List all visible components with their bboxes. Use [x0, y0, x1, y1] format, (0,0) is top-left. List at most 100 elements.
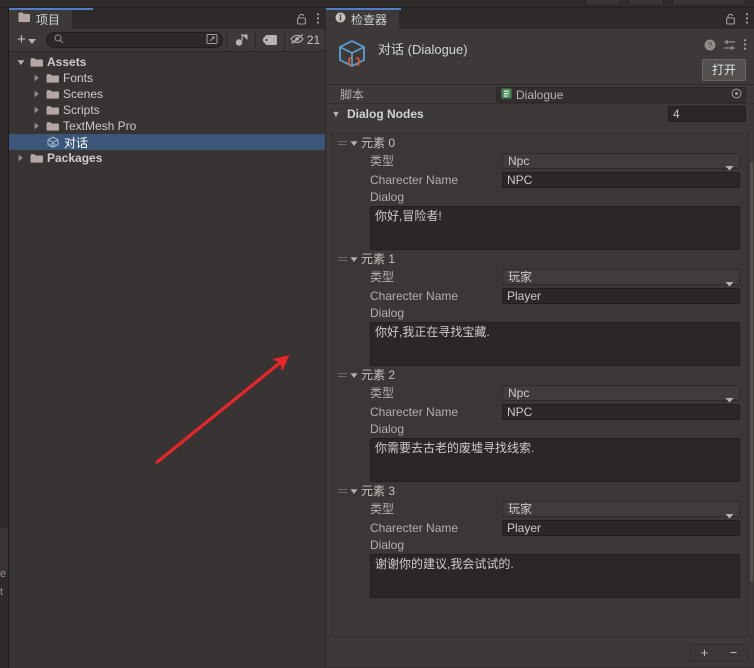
element-header[interactable]: 元素 3 [332, 482, 748, 499]
expand-arrow-right-icon[interactable] [15, 154, 26, 162]
dialog-textarea[interactable]: 你好,我正在寻找宝藏. [370, 322, 740, 366]
character-name-input[interactable]: NPC [502, 403, 740, 420]
search-box[interactable] [45, 32, 223, 48]
dialog-node-element: 元素 3 类型 玩家 Charecter Name Player Dialog … [332, 482, 748, 598]
toolbar-chunk-3[interactable] [672, 0, 746, 6]
expand-arrow-right-icon[interactable] [31, 74, 42, 82]
create-asset-button[interactable]: + [14, 31, 43, 49]
open-button[interactable]: 打开 [701, 59, 746, 81]
character-name-field-row: Charecter Name NPC [332, 170, 748, 189]
character-name-input[interactable]: Player [502, 519, 740, 536]
type-field-row: 类型 玩家 [332, 267, 748, 286]
type-label: 类型 [370, 154, 395, 168]
toolbar-chunk-1[interactable] [585, 0, 621, 6]
dialog-textarea[interactable]: 谢谢你的建议,我会试试的. [370, 554, 740, 598]
expand-search-icon[interactable] [206, 33, 218, 48]
object-filter-icon[interactable] [227, 29, 255, 51]
inspector-asset-header: 对话 (Dialogue) ? 打开 [326, 29, 754, 85]
search-input[interactable] [63, 34, 206, 46]
visibility-filter-button[interactable]: 21 [285, 29, 325, 51]
expand-arrow-right-icon[interactable] [31, 122, 42, 130]
left-edge-panel: e t [0, 8, 9, 668]
dialog-field-label-row: Dialog [332, 305, 748, 322]
tree-item-label: 对话 [64, 135, 89, 150]
kebab-menu-icon[interactable] [745, 12, 749, 25]
plus-icon: + [17, 31, 26, 48]
drag-handle-icon[interactable] [338, 138, 347, 147]
tree-item-对话[interactable]: 对话 [9, 134, 325, 150]
tab-project[interactable]: 项目 [9, 8, 73, 29]
tab-inspector[interactable]: 检查器 [326, 8, 400, 29]
element-header[interactable]: 元素 2 [332, 366, 748, 383]
script-label: 脚本 [340, 87, 365, 102]
tree-item-packages[interactable]: Packages [9, 150, 325, 166]
dialog-textarea[interactable]: 你需要去古老的废墟寻找线索. [370, 438, 740, 482]
element-header-label: 元素 1 [361, 252, 396, 266]
drag-handle-icon[interactable] [338, 370, 347, 379]
dialog-nodes-array-row[interactable]: ▼ Dialog Nodes 4 [326, 104, 754, 123]
script-row: 脚本 Dialogue [326, 85, 754, 104]
project-panel: 项目 + 21 Assets Fonts Scenes Scripts Text… [9, 8, 325, 668]
expand-arrow-down-icon[interactable] [15, 59, 26, 66]
dialog-nodes-size-field[interactable]: 4 [668, 106, 746, 122]
drag-handle-icon[interactable] [338, 486, 347, 495]
tree-item-textmesh-pro[interactable]: TextMesh Pro [9, 118, 325, 134]
project-toolbar: + 21 [9, 29, 325, 52]
character-name-input[interactable]: NPC [502, 171, 740, 188]
inspector-tabbar-actions [725, 8, 749, 29]
type-dropdown[interactable]: Npc [502, 384, 740, 402]
tree-item-scenes[interactable]: Scenes [9, 86, 325, 102]
script-object-field[interactable]: Dialogue [496, 87, 746, 103]
left-edge-tab-label-2: t [0, 586, 4, 598]
remove-element-button[interactable]: − [722, 646, 746, 660]
preset-icon[interactable] [723, 39, 736, 51]
tree-item-assets[interactable]: Assets [9, 54, 325, 70]
expand-arrow-down-icon[interactable] [350, 368, 358, 382]
list-footer-buttons: + − [689, 644, 749, 662]
object-picker-icon[interactable] [731, 88, 742, 102]
add-element-button[interactable]: + [693, 646, 717, 660]
chevron-down-icon [27, 33, 36, 47]
lock-icon[interactable] [725, 13, 736, 25]
tab-inspector-label: 检查器 [351, 12, 388, 27]
tree-item-scripts[interactable]: Scripts [9, 102, 325, 118]
element-header[interactable]: 元素 1 [332, 250, 748, 267]
dialog-node-element: 元素 0 类型 Npc Charecter Name NPC Dialog 你好… [332, 134, 748, 250]
expand-arrow-down-icon[interactable] [350, 136, 358, 150]
expand-arrow-right-icon[interactable] [31, 106, 42, 114]
toolbar-chunk-2[interactable] [628, 0, 664, 6]
type-label: 类型 [370, 502, 395, 516]
editor-window: e t 项目 + 21 Assets Fonts Scenes Scripts … [0, 0, 754, 668]
kebab-menu-icon[interactable] [743, 38, 747, 51]
dialog-nodes-list: 元素 0 类型 Npc Charecter Name NPC Dialog 你好… [331, 133, 749, 637]
folder-icon [18, 12, 31, 26]
type-dropdown[interactable]: Npc [502, 152, 740, 170]
expand-arrow-down-icon[interactable] [350, 252, 358, 266]
character-name-label: Charecter Name [370, 172, 459, 187]
tree-item-fonts[interactable]: Fonts [9, 70, 325, 86]
element-header[interactable]: 元素 0 [332, 134, 748, 151]
inspector-scrollbar[interactable] [749, 162, 754, 667]
top-toolbar-strip [0, 0, 754, 8]
tree-item-label: Assets [47, 55, 87, 69]
left-edge-tab[interactable] [0, 528, 8, 572]
expand-arrow-right-icon[interactable] [31, 90, 42, 98]
dialog-field-label-row: Dialog [332, 421, 748, 438]
folder-icon [46, 89, 59, 100]
tag-icon[interactable] [256, 29, 284, 51]
svg-text:?: ? [708, 41, 713, 50]
help-icon[interactable]: ? [704, 39, 716, 51]
info-icon [335, 12, 346, 26]
scrollbar-thumb[interactable] [750, 162, 753, 582]
lock-icon[interactable] [296, 13, 307, 25]
dialog-node-element: 元素 1 类型 玩家 Charecter Name Player Dialog … [332, 250, 748, 366]
dialog-textarea[interactable]: 你好,冒险者! [370, 206, 740, 250]
type-dropdown[interactable]: 玩家 [502, 268, 740, 286]
tree-item-label: TextMesh Pro [63, 119, 137, 133]
type-dropdown[interactable]: 玩家 [502, 500, 740, 518]
kebab-menu-icon[interactable] [316, 12, 320, 25]
expand-arrow-down-icon[interactable] [350, 484, 358, 498]
character-name-input[interactable]: Player [502, 287, 740, 304]
chevron-down-icon[interactable]: ▼ [329, 109, 343, 119]
drag-handle-icon[interactable] [338, 254, 347, 263]
